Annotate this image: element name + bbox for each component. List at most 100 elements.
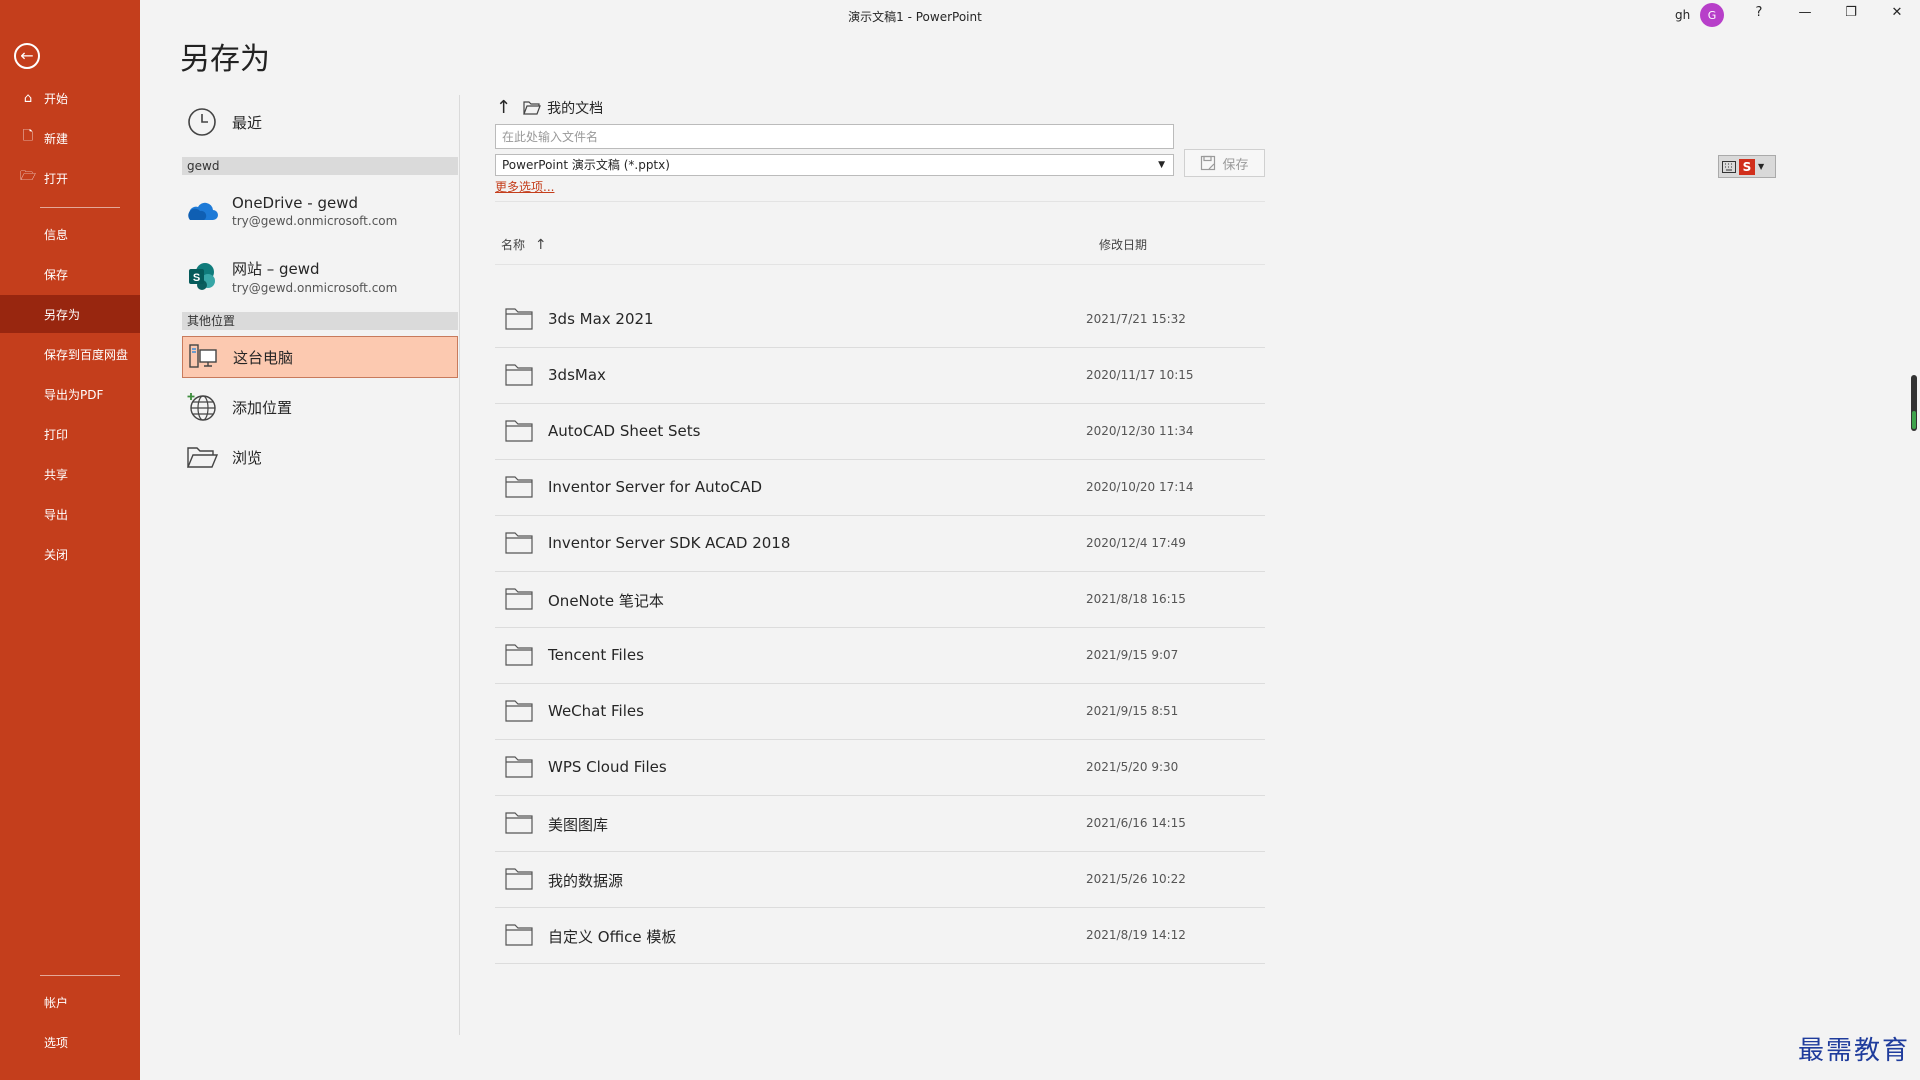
- current-folder-label[interactable]: 我的文档: [547, 98, 603, 118]
- location-browse[interactable]: 浏览: [182, 436, 458, 478]
- location-label: 这台电脑: [233, 348, 294, 367]
- sort-arrow-icon: ↑: [534, 237, 547, 253]
- file-date: 2021/5/26 10:22: [1086, 872, 1186, 886]
- file-date: 2021/5/20 9:30: [1086, 760, 1179, 774]
- location-label: 最近: [232, 113, 263, 132]
- open-folder-icon: [182, 437, 222, 477]
- scrollbar-thumb[interactable]: [1911, 375, 1917, 431]
- help-icon[interactable]: ?: [1744, 5, 1774, 25]
- divider: [495, 264, 1265, 265]
- file-type-select[interactable]: PowerPoint 演示文稿 (*.pptx) ▼: [495, 154, 1174, 176]
- home-icon: ⌂: [23, 90, 33, 106]
- sidebar-item-options[interactable]: 选项: [0, 1023, 140, 1061]
- file-row[interactable]: OneNote 笔记本 2021/8/18 16:15: [495, 572, 1265, 628]
- file-list: 3ds Max 2021 2021/7/21 15:32 3dsMax 2020…: [495, 292, 1265, 964]
- file-date: 2021/7/21 15:32: [1086, 312, 1186, 326]
- file-name: Tencent Files: [548, 646, 644, 664]
- location-onedrive[interactable]: OneDrive - gewd try@gewd.onmicrosoft.com: [182, 186, 458, 236]
- file-row[interactable]: 3dsMax 2020/11/17 10:15: [495, 348, 1265, 404]
- filename-input[interactable]: [495, 124, 1174, 149]
- location-add-place[interactable]: 添加位置: [182, 386, 458, 428]
- location-label: 网站 – gewd: [232, 259, 320, 278]
- file-row[interactable]: 3ds Max 2021 2021/7/21 15:32: [495, 292, 1265, 348]
- location-this-pc[interactable]: 这台电脑: [182, 336, 458, 378]
- file-row[interactable]: Inventor Server for AutoCAD 2020/10/20 1…: [495, 460, 1265, 516]
- group-header-gewd: gewd: [182, 157, 458, 175]
- file-type-value: PowerPoint 演示文稿 (*.pptx): [502, 158, 670, 172]
- location-label: 浏览: [232, 448, 263, 467]
- sidebar-item-label: 打开: [44, 171, 69, 186]
- up-folder-icon[interactable]: ↑: [496, 97, 511, 118]
- ime-logo-icon: S: [1739, 158, 1755, 175]
- column-divider: [459, 95, 460, 1035]
- file-row[interactable]: 美图图库 2021/6/16 14:15: [495, 796, 1265, 852]
- sidebar-item-save-to-baidu[interactable]: 保存到百度网盘: [0, 335, 140, 373]
- minimize-icon[interactable]: —: [1790, 5, 1820, 25]
- folder-icon: [505, 756, 533, 782]
- location-label: 添加位置: [232, 398, 293, 417]
- file-name: AutoCAD Sheet Sets: [548, 422, 701, 440]
- file-date: 2020/12/4 17:49: [1086, 536, 1186, 550]
- column-header-date[interactable]: 修改日期: [1099, 236, 1147, 253]
- sidebar-item-print[interactable]: 打印: [0, 415, 140, 453]
- file-row[interactable]: WeChat Files 2021/9/15 8:51: [495, 684, 1265, 740]
- file-name: Inventor Server SDK ACAD 2018: [548, 534, 791, 552]
- keyboard-icon: [1722, 160, 1736, 173]
- column-header-name[interactable]: 名称 ↑: [501, 236, 547, 253]
- page-title: 另存为: [180, 42, 270, 77]
- folder-icon: [505, 308, 533, 334]
- sidebar-item-export[interactable]: 导出: [0, 495, 140, 533]
- location-email: try@gewd.onmicrosoft.com: [232, 280, 398, 295]
- location-sharepoint-site[interactable]: S 网站 – gewd try@gewd.onmicrosoft.com: [182, 251, 458, 301]
- file-date: 2020/11/17 10:15: [1086, 368, 1194, 382]
- save-icon: [1200, 155, 1216, 171]
- sidebar-item-export-pdf[interactable]: 导出为PDF: [0, 375, 140, 413]
- sidebar-item-open[interactable]: 🗁 打开: [0, 159, 140, 197]
- file-date: 2021/6/16 14:15: [1086, 816, 1186, 830]
- sidebar-item-share[interactable]: 共享: [0, 455, 140, 493]
- file-row[interactable]: 我的数据源 2021/5/26 10:22: [495, 852, 1265, 908]
- sidebar-item-save[interactable]: 保存: [0, 255, 140, 293]
- sidebar-item-account[interactable]: 帐户: [0, 983, 140, 1021]
- folder-icon: [505, 588, 533, 614]
- file-row[interactable]: 自定义 Office 模板 2021/8/19 14:12: [495, 908, 1265, 964]
- file-row[interactable]: Inventor Server SDK ACAD 2018 2020/12/4 …: [495, 516, 1265, 572]
- ime-toolbar[interactable]: S ▼: [1718, 155, 1776, 178]
- sharepoint-icon: S: [182, 256, 222, 296]
- globe-plus-icon: [182, 387, 222, 427]
- chevron-down-icon: ▼: [1758, 162, 1765, 171]
- avatar[interactable]: G: [1700, 3, 1724, 27]
- breadcrumb: ↑ 我的文档: [496, 97, 603, 118]
- file-name: 美图图库: [548, 816, 609, 834]
- window-title: 演示文稿1 - PowerPoint: [848, 10, 982, 24]
- sidebar-item-new[interactable]: 🗋 新建: [0, 119, 140, 157]
- onedrive-cloud-icon: [182, 191, 222, 231]
- restore-icon[interactable]: ❐: [1836, 5, 1866, 25]
- more-options-link[interactable]: 更多选项...: [495, 178, 554, 195]
- file-date: 2021/8/19 14:12: [1086, 928, 1186, 942]
- save-button[interactable]: 保存: [1184, 149, 1265, 177]
- location-label: OneDrive - gewd: [232, 194, 359, 212]
- sidebar-item-save-as[interactable]: 另存为: [0, 295, 140, 333]
- user-name[interactable]: gh: [1675, 8, 1690, 22]
- location-recent[interactable]: 最近: [182, 100, 458, 144]
- sidebar-item-close[interactable]: 关闭: [0, 535, 140, 573]
- clock-icon: [182, 102, 222, 142]
- chevron-down-icon: ▼: [1158, 160, 1165, 170]
- open-folder-icon: 🗁: [20, 169, 37, 184]
- group-header-other: 其他位置: [182, 312, 458, 330]
- sidebar-item-info[interactable]: 信息: [0, 215, 140, 253]
- back-arrow-icon[interactable]: ←: [14, 43, 40, 69]
- file-name: WPS Cloud Files: [548, 758, 667, 776]
- save-button-label: 保存: [1222, 157, 1249, 173]
- location-email: try@gewd.onmicrosoft.com: [232, 214, 398, 228]
- file-date: 2021/9/15 8:51: [1086, 704, 1179, 718]
- close-icon[interactable]: ✕: [1882, 5, 1912, 25]
- sidebar-item-home[interactable]: ⌂ 开始: [0, 79, 140, 117]
- folder-icon: [505, 532, 533, 558]
- file-row[interactable]: Tencent Files 2021/9/15 9:07: [495, 628, 1265, 684]
- file-row[interactable]: WPS Cloud Files 2021/5/20 9:30: [495, 740, 1265, 796]
- file-name: 我的数据源: [548, 872, 624, 890]
- file-row[interactable]: AutoCAD Sheet Sets 2020/12/30 11:34: [495, 404, 1265, 460]
- folder-icon: [505, 364, 533, 390]
